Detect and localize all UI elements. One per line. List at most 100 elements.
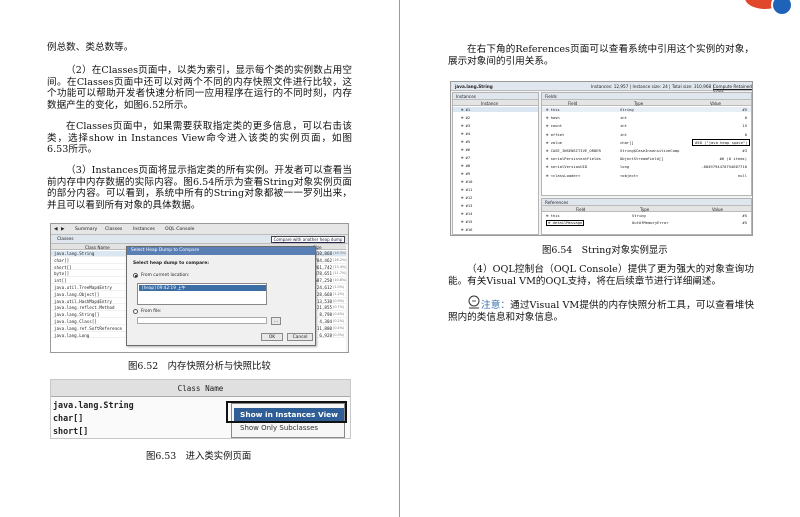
- table-row[interactable]: ⊕ value char[] #58 ("java heap space"): [542, 138, 751, 146]
- toolbar-oql[interactable]: OQL Console: [165, 227, 195, 232]
- radio-from-file[interactable]: [133, 309, 138, 314]
- col-field[interactable]: Field: [568, 101, 577, 106]
- list-item[interactable]: ⊕ #3: [453, 123, 538, 128]
- class-name-cell: java.lang.String[]: [54, 312, 100, 318]
- list-item[interactable]: ⊕ #8: [453, 163, 538, 168]
- tab-classes[interactable]: Classes: [57, 237, 74, 242]
- list-item[interactable]: ⊕ #10: [453, 179, 538, 184]
- list-item[interactable]: ⊕ #4: [453, 131, 538, 136]
- ref-field-cell: ⊕ this: [546, 213, 560, 218]
- row-short-array[interactable]: short[]: [53, 426, 88, 436]
- instances-summary-bar: java.lang.String Instances: 12,957 | Ins…: [451, 82, 752, 94]
- percent-cell: (1.2%): [333, 291, 345, 296]
- field-value-cell: #6 (0 items): [719, 156, 747, 162]
- table-row[interactable]: ⊕ detailMessage OutOfMemoryError #5: [542, 220, 751, 226]
- col-type[interactable]: Type: [634, 101, 643, 106]
- percent-cell: (0.4%): [333, 312, 345, 317]
- percent-cell: (0.2%): [333, 319, 345, 323]
- class-name-cell: char[]: [54, 257, 70, 263]
- note-label: 注意：: [481, 300, 511, 311]
- list-item[interactable]: ⊕ #1: [453, 107, 538, 113]
- radio-current-location-label: From current location:: [141, 273, 190, 278]
- list-item[interactable]: ⊕ #5: [453, 139, 538, 144]
- caption-fig-6-52: 图6.52 内存快照分析与快照比较: [128, 361, 271, 372]
- field-value-cell: null: [737, 172, 747, 178]
- class-name-cell: java.lang.ref.SoftReference: [54, 325, 123, 331]
- cancel-button[interactable]: Cancel: [287, 333, 313, 341]
- ok-button[interactable]: OK: [261, 333, 283, 341]
- ref-col-type[interactable]: Type: [640, 207, 649, 212]
- heap-dump-list[interactable]: [heap] 09:42:19 上午: [137, 283, 267, 305]
- col-value[interactable]: Value: [710, 101, 721, 106]
- col-instance[interactable]: Instance: [481, 101, 498, 106]
- compare-heap-dump-link[interactable]: Compare with another heap dump: [271, 236, 345, 243]
- field-type-cell: int: [620, 131, 627, 137]
- instance-label: ⊕ #2: [461, 115, 471, 120]
- table-row[interactable]: ⊕ this String #5: [542, 213, 751, 218]
- table-row[interactable]: ⊕ offset int 0: [542, 132, 751, 137]
- menu-show-only-subclasses[interactable]: Show Only Subclasses: [240, 424, 318, 432]
- instance-label: ⊕ #4: [461, 131, 471, 136]
- list-item[interactable]: ⊕ #2: [453, 115, 538, 120]
- list-item[interactable]: ⊕ #13: [453, 203, 538, 208]
- ref-col-field[interactable]: Field: [576, 207, 585, 212]
- instance-label: ⊕ #8: [461, 163, 471, 168]
- table-row[interactable]: ⊕ hash int 0: [542, 115, 751, 120]
- table-row[interactable]: ⊕ serialPersistentFields ObjectStreamFiel…: [542, 156, 751, 161]
- table-row[interactable]: ⊕ this String #5: [542, 107, 751, 113]
- list-item[interactable]: ⊕ #11: [453, 187, 538, 192]
- percent-cell: (13.4%): [333, 264, 347, 269]
- table-row[interactable]: ⊕ CASE_INSENSITIVE_ORDER String$CaseInsen…: [542, 148, 751, 153]
- radio-current-location[interactable]: [133, 273, 138, 278]
- field-name-cell: ⊕ serialPersistentFields: [546, 156, 601, 162]
- list-item[interactable]: ⊕ #14: [453, 211, 538, 216]
- instances-pane-title: Instances: [453, 93, 538, 100]
- browse-button[interactable]: …: [271, 317, 281, 325]
- class-name-cell: short[]: [54, 264, 72, 270]
- class-name-header[interactable]: Class Name: [51, 380, 350, 397]
- percent-cell: (11.7%): [333, 271, 347, 276]
- back-icon[interactable]: ◀: [54, 227, 58, 232]
- col-class-name[interactable]: Class Name: [85, 245, 110, 250]
- table-row[interactable]: ⊕ count int 15: [542, 123, 751, 128]
- table-row[interactable]: ⊕ serialVersionUID long -68497944707546677…: [542, 164, 751, 169]
- field-type-cell: String$CaseInsensitiveComp: [620, 148, 680, 153]
- ref-col-value[interactable]: Value: [712, 207, 723, 212]
- list-item[interactable]: ⊕ #6: [453, 147, 538, 152]
- field-type-cell: int: [620, 115, 627, 121]
- instances-pane: Instances Instance ⊕ #1 ⊕ #2 ⊕ #3 ⊕ #4 ⊕ #5 ⊕…: [452, 92, 539, 235]
- list-item[interactable]: ⊕ #16: [453, 227, 538, 232]
- instance-label: ⊕ #1: [461, 107, 471, 112]
- toolbar-summary[interactable]: Summary: [75, 227, 97, 232]
- heap-dump-selected[interactable]: [heap] 09:42:19 上午: [139, 285, 266, 291]
- toolbar-classes[interactable]: Classes: [105, 227, 122, 232]
- toolbar-instances[interactable]: Instances: [133, 227, 155, 232]
- ref-field-cell: ⊕ detailMessage: [546, 220, 585, 226]
- field-type-cell: long: [620, 164, 630, 170]
- percent-cell: (0.4%): [333, 325, 345, 330]
- list-item[interactable]: ⊕ #9: [453, 171, 538, 176]
- left-page: 例总数、类总数等。 （2）在Classes页面中，以类为索引，显示每个类的实例数…: [0, 0, 400, 517]
- compare-dialog: Select Heap Dump to Compare Select heap …: [126, 246, 316, 346]
- field-name-cell: ⊕ <classLoader>: [546, 172, 581, 178]
- forward-icon[interactable]: ▶: [61, 227, 65, 232]
- instance-label: ⊕ #11: [461, 187, 473, 192]
- class-name-cell: java.lang.Long: [54, 332, 90, 338]
- fields-pane: Fields Field Type Value ⊕ this String #5 ⊕ …: [541, 92, 752, 196]
- field-value-cell: -6849794470754667710: [701, 164, 747, 170]
- class-name-cell: java.util.HashMap$Entry: [54, 298, 112, 304]
- field-type-cell: <object>: [620, 172, 639, 178]
- instance-label: ⊕ #3: [461, 123, 471, 128]
- row-char-array[interactable]: char[]: [53, 413, 83, 423]
- row-java-lang-string[interactable]: java.lang.String: [53, 400, 134, 410]
- table-row[interactable]: ⊕ <classLoader> <object> null: [542, 173, 751, 178]
- list-item[interactable]: ⊕ #15: [453, 219, 538, 224]
- field-value-cell: #3: [742, 148, 747, 153]
- paragraph-classes-page: （2）在Classes页面中，以类为索引，显示每个类的实例数占用空间。在Clas…: [47, 65, 352, 111]
- list-item[interactable]: ⊕ #7: [453, 155, 538, 160]
- file-path-field[interactable]: [137, 317, 267, 324]
- list-item[interactable]: ⊕ #12: [453, 195, 538, 200]
- field-name-cell: ⊕ CASE_INSENSITIVE_ORDER: [546, 148, 601, 153]
- field-name-cell: ⊕ hash: [546, 115, 560, 121]
- percent-cell: (16.3%): [333, 251, 347, 255]
